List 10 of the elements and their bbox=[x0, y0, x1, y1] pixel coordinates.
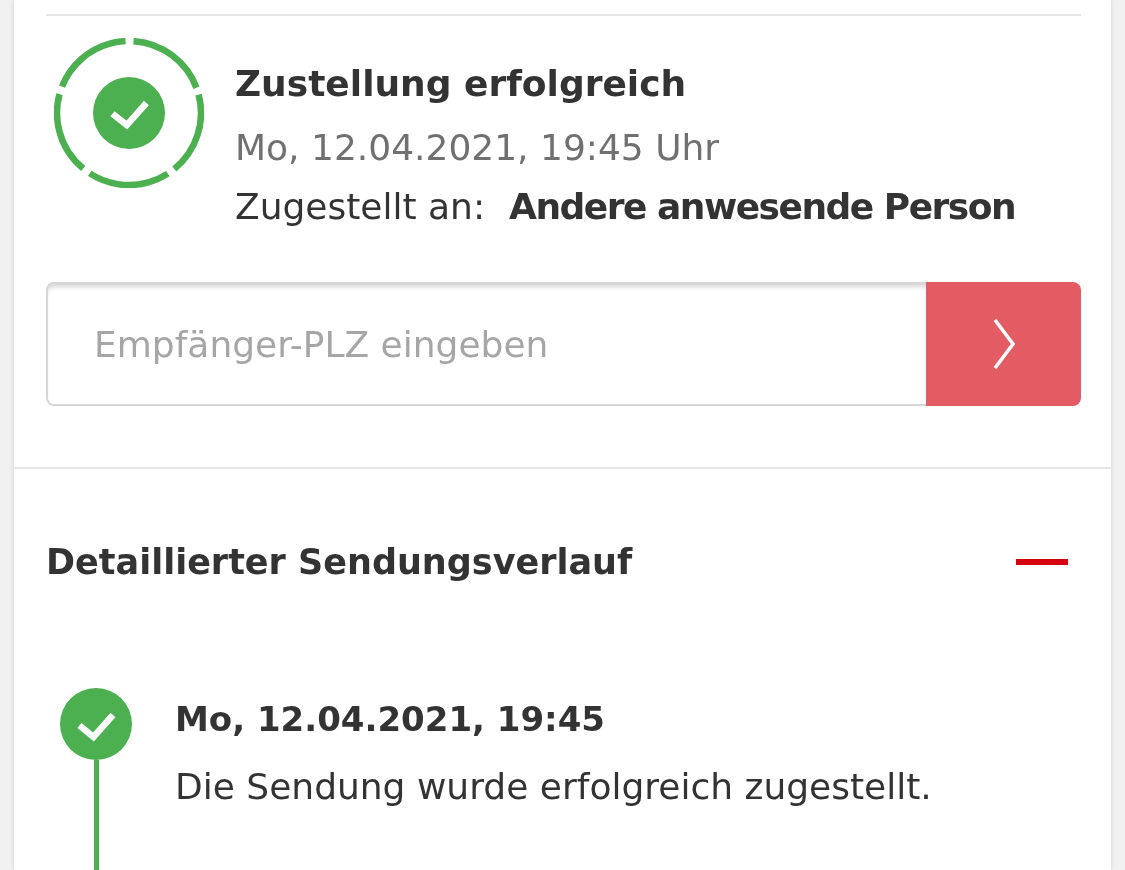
status-title: Zustellung erfolgreich bbox=[235, 62, 687, 106]
event-description: Die Sendung wurde erfolgreich zugestellt. bbox=[175, 765, 932, 809]
status-date: Mo, 12.04.2021, 19:45 Uhr bbox=[235, 126, 720, 170]
history-title: Detaillierter Sendungsverlauf bbox=[46, 541, 633, 584]
postcode-input[interactable]: Empfänger-PLZ eingeben bbox=[46, 282, 926, 406]
recipient-name: Andere anwesende Person bbox=[509, 185, 1016, 229]
recipient-label: Zugestellt an: bbox=[235, 185, 486, 229]
minus-icon[interactable] bbox=[1016, 559, 1068, 565]
submit-button[interactable] bbox=[926, 282, 1081, 406]
event-time: Mo, 12.04.2021, 19:45 bbox=[175, 698, 605, 741]
